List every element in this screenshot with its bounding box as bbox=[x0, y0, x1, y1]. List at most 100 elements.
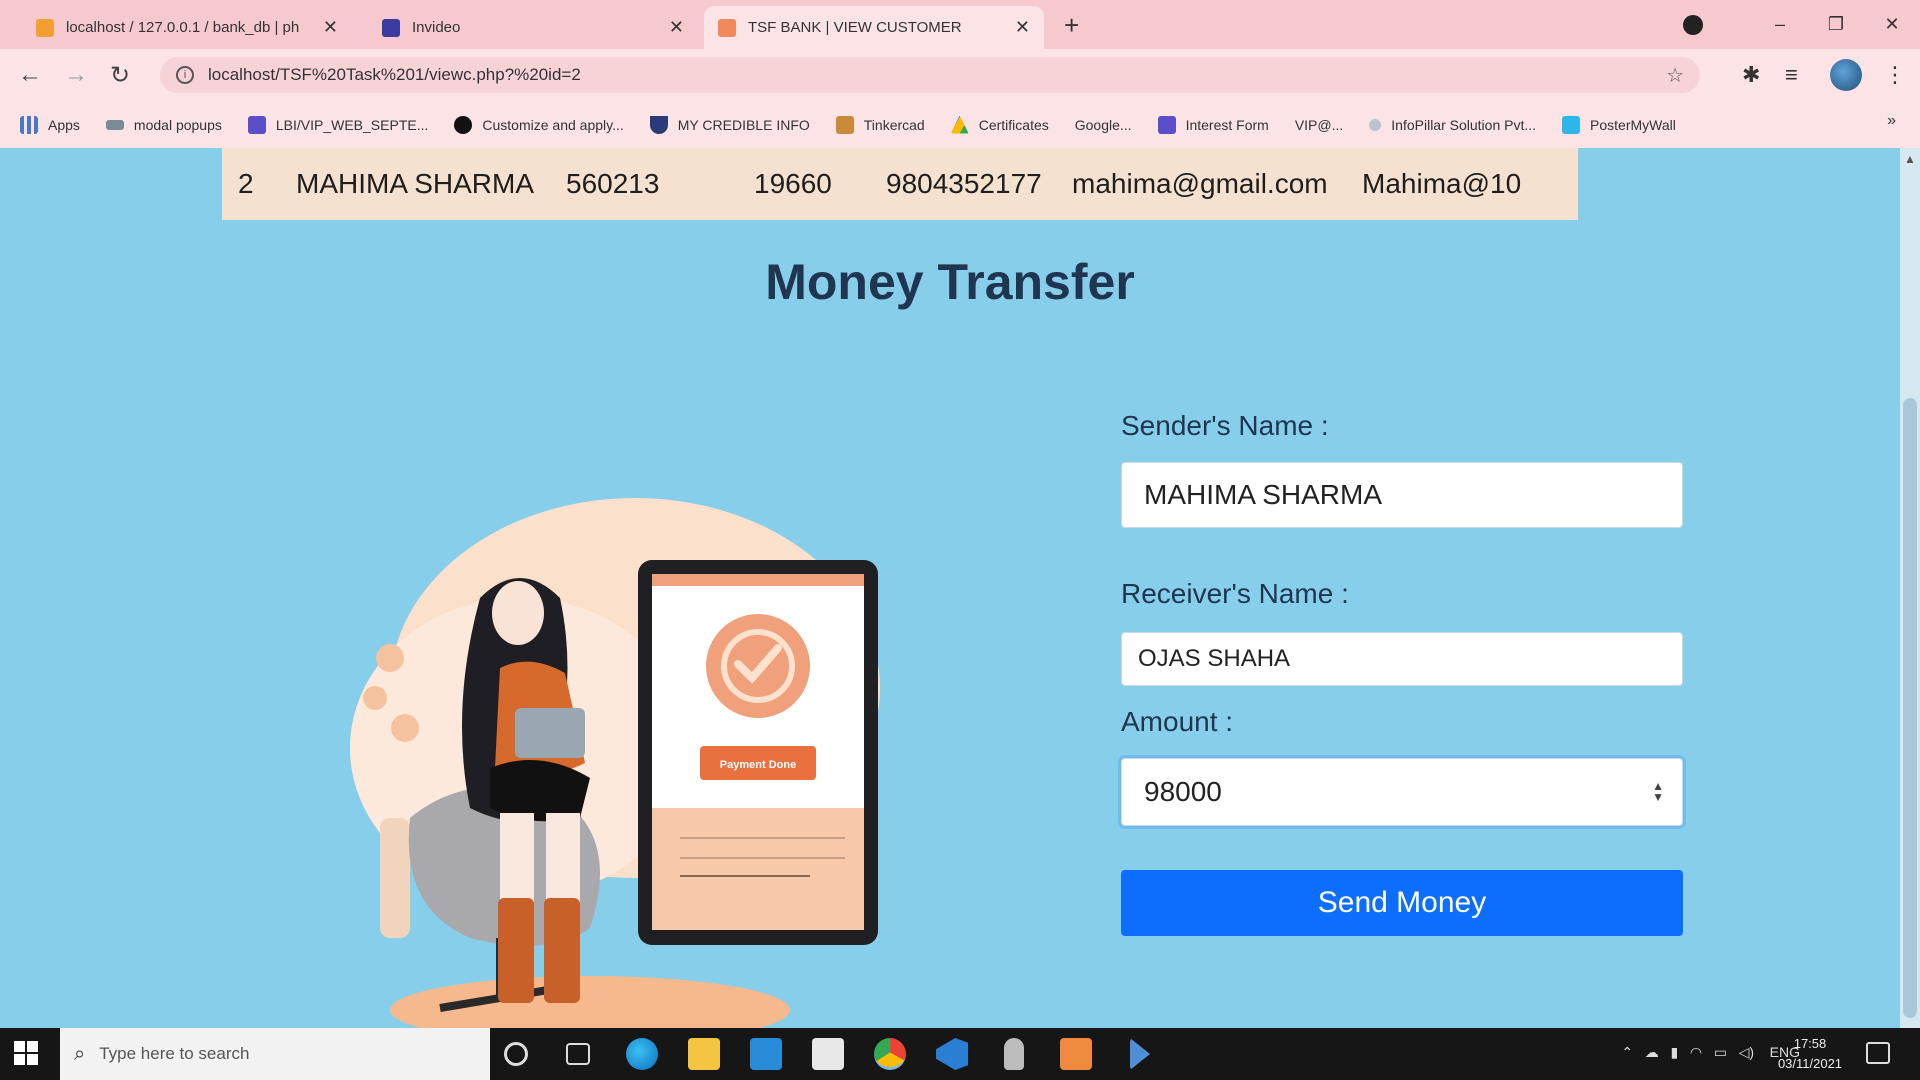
extensions-puzzle-icon[interactable]: ✱ bbox=[1742, 62, 1760, 88]
battery-icon[interactable]: ▭ bbox=[1714, 1044, 1727, 1060]
more-bookmarks-icon[interactable]: » bbox=[1887, 112, 1896, 130]
maximize-icon[interactable]: ❐ bbox=[1808, 14, 1864, 35]
customer-email: mahima@gmail.com bbox=[1072, 168, 1328, 199]
taskbar-clock[interactable]: 17:58 03/11/2021 bbox=[1770, 1034, 1850, 1074]
phone-status-bar bbox=[652, 574, 864, 586]
tab-tsf-bank[interactable]: TSF BANK | VIEW CUSTOMER ✕ bbox=[704, 6, 1044, 49]
bookmark-infopillar[interactable]: InfoPillar Solution Pvt... bbox=[1369, 117, 1536, 133]
bookmark-favicon-icon bbox=[1369, 118, 1382, 131]
search-placeholder: Type here to search bbox=[99, 1044, 250, 1063]
receiver-name-field[interactable] bbox=[1121, 632, 1683, 686]
amount-label: Amount : bbox=[1121, 706, 1234, 737]
postermywall-icon bbox=[1562, 115, 1581, 134]
scrollbar-thumb[interactable] bbox=[1903, 398, 1917, 1018]
payment-illustration: Payment Done bbox=[350, 498, 880, 1028]
bookmark-favicon-icon bbox=[105, 119, 124, 130]
tab-title: localhost / 127.0.0.1 / bank_db | ph bbox=[66, 19, 300, 36]
apps-grid-icon bbox=[20, 115, 38, 134]
taskbar-search-box[interactable]: ⌕ Type here to search bbox=[60, 1028, 490, 1080]
minimize-icon[interactable]: – bbox=[1752, 14, 1808, 35]
vscode-icon[interactable] bbox=[936, 1038, 968, 1070]
sender-name-input[interactable] bbox=[1144, 463, 1682, 527]
site-info-icon[interactable]: i bbox=[176, 66, 194, 84]
edge-browser-icon[interactable] bbox=[626, 1038, 658, 1070]
payment-done-label: Payment Done bbox=[720, 759, 796, 771]
receiver-name-label: Receiver's Name : bbox=[1121, 578, 1349, 609]
windows-taskbar: ⌕ Type here to search ⌃ ☁ ▮ ◠ ▭ ◁) ENG 1… bbox=[0, 1028, 1920, 1080]
tab-title: TSF BANK | VIEW CUSTOMER bbox=[748, 19, 962, 36]
new-tab-icon[interactable]: + bbox=[1064, 10, 1079, 41]
page-viewport: 2 MAHIMA SHARMA 560213 19660 9804352177 … bbox=[0, 148, 1900, 1028]
bookmark-customize[interactable]: Customize and apply... bbox=[454, 115, 624, 134]
bookmark-my-credible-info[interactable]: MY CREDIBLE INFO bbox=[649, 115, 810, 134]
amount-stepper-icon[interactable]: ▲ ▼ bbox=[1652, 780, 1664, 803]
customer-id: 2 bbox=[238, 168, 254, 199]
amount-input[interactable] bbox=[1144, 759, 1682, 825]
close-tab-icon[interactable]: ✕ bbox=[669, 17, 684, 38]
network-icon[interactable]: ☁ bbox=[1645, 1044, 1659, 1060]
bookmark-lbi-vip[interactable]: LBI/VIP_WEB_SEPTE... bbox=[247, 115, 429, 134]
scroll-up-arrow-icon[interactable]: ▲ bbox=[1904, 152, 1916, 166]
bookmark-tinkercad[interactable]: Tinkercad bbox=[835, 115, 925, 134]
close-window-icon[interactable]: ✕ bbox=[1864, 14, 1920, 35]
media-player-icon[interactable] bbox=[1130, 1038, 1150, 1070]
bookmark-label: Tinkercad bbox=[863, 116, 925, 133]
plant-stem bbox=[380, 818, 410, 938]
bookmark-label: InfoPillar Solution Pvt... bbox=[1391, 116, 1537, 133]
back-arrow-icon[interactable]: ← bbox=[18, 61, 42, 89]
notification-center-icon[interactable] bbox=[1866, 1042, 1890, 1064]
xampp-icon[interactable] bbox=[1060, 1038, 1092, 1070]
tab-search-icon[interactable] bbox=[1683, 15, 1703, 35]
store-icon[interactable] bbox=[812, 1038, 844, 1070]
reload-icon[interactable]: ↻ bbox=[110, 61, 130, 90]
bookmark-label: VIP@... bbox=[1294, 116, 1344, 133]
mic-icon[interactable]: ▮ bbox=[1670, 1044, 1678, 1060]
sender-name-label: Sender's Name : bbox=[1121, 410, 1329, 441]
address-bar[interactable]: i localhost/TSF%20Task%201/viewc.php?%20… bbox=[160, 57, 1700, 93]
windows-start-icon[interactable] bbox=[14, 1041, 40, 1067]
bookmark-apps[interactable]: Apps bbox=[20, 115, 80, 134]
receipt-area bbox=[652, 808, 864, 930]
shield-icon bbox=[649, 115, 668, 134]
close-tab-icon[interactable]: ✕ bbox=[323, 17, 338, 38]
decor-dot bbox=[363, 686, 387, 710]
task-view-icon[interactable] bbox=[566, 1043, 590, 1065]
amount-field[interactable]: ▲▼ bbox=[1121, 758, 1683, 826]
receiver-name-select[interactable] bbox=[1138, 633, 1682, 685]
bookmark-google[interactable]: Google... bbox=[1075, 117, 1132, 133]
file-explorer-icon[interactable] bbox=[688, 1038, 720, 1070]
browser-menu-icon[interactable]: ⋮ bbox=[1884, 62, 1906, 88]
close-tab-icon[interactable]: ✕ bbox=[1015, 17, 1030, 38]
bookmark-postermywall[interactable]: PosterMyWall bbox=[1562, 115, 1676, 134]
bookmark-certificates[interactable]: Certificates bbox=[950, 115, 1049, 134]
browser-toolbar: ← → ↻ i localhost/TSF%20Task%201/viewc.p… bbox=[0, 49, 1920, 101]
clock-time: 17:58 bbox=[1793, 1036, 1827, 1051]
bookmark-star-icon[interactable]: ☆ bbox=[1666, 63, 1684, 88]
volume-icon[interactable]: ◁) bbox=[1739, 1044, 1754, 1060]
tab-invideo[interactable]: Invideo ✕ bbox=[368, 6, 698, 49]
chrome-icon[interactable] bbox=[874, 1038, 906, 1070]
forward-arrow-icon[interactable]: → bbox=[64, 61, 88, 89]
mail-icon[interactable] bbox=[750, 1038, 782, 1070]
wifi-icon[interactable]: ◠ bbox=[1690, 1044, 1702, 1060]
cortana-icon[interactable] bbox=[504, 1042, 528, 1066]
tab-phpmyadmin[interactable]: localhost / 127.0.0.1 / bank_db | ph ✕ bbox=[22, 6, 352, 49]
bookmark-vip[interactable]: VIP@... bbox=[1295, 117, 1343, 133]
bookmark-modal-popups[interactable]: modal popups bbox=[105, 117, 222, 133]
clock-date: 03/11/2021 bbox=[1777, 1056, 1843, 1071]
reading-list-icon[interactable]: ≡ bbox=[1785, 62, 1798, 88]
phpmyadmin-icon bbox=[36, 18, 54, 37]
bookmark-label: LBI/VIP_WEB_SEPTE... bbox=[275, 116, 429, 133]
show-hidden-icons-icon[interactable]: ⌃ bbox=[1621, 1044, 1633, 1060]
profile-avatar[interactable] bbox=[1830, 59, 1862, 91]
forms-icon bbox=[247, 115, 266, 134]
send-money-button[interactable]: Send Money bbox=[1121, 870, 1683, 936]
bookmark-interest-form[interactable]: Interest Form bbox=[1157, 115, 1269, 134]
customer-balance: 19660 bbox=[754, 168, 832, 199]
bookmark-label: MY CREDIBLE INFO bbox=[677, 116, 810, 133]
app-icon[interactable] bbox=[1004, 1038, 1024, 1070]
bookmark-label: Certificates bbox=[978, 116, 1049, 133]
woman-boot bbox=[498, 898, 534, 1003]
bookmark-label: Interest Form bbox=[1185, 116, 1269, 133]
sender-name-field[interactable] bbox=[1121, 462, 1683, 528]
